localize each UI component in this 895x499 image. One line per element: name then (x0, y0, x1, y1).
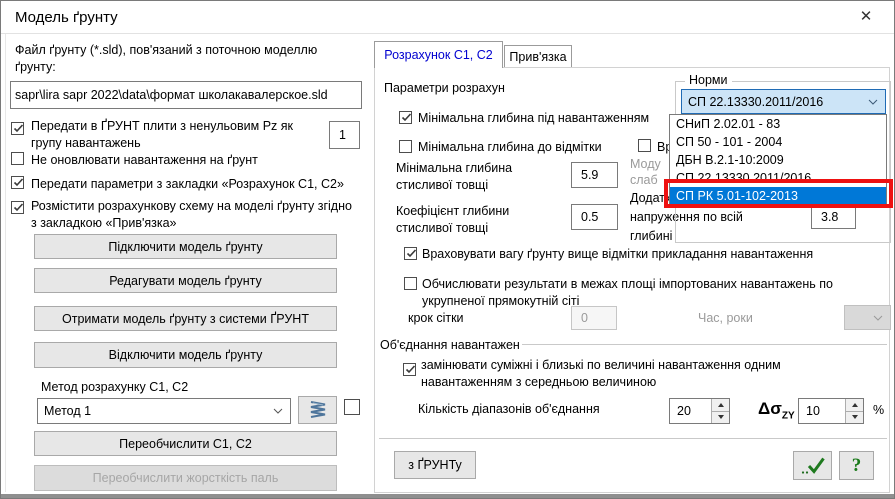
norms-option-3[interactable]: ДБН В.2.1-10:2009 (670, 151, 886, 169)
norms-option-1[interactable]: СНиП 2.02.01 - 83 (670, 115, 886, 133)
delta-sigma-label: ΔσZY (758, 399, 795, 421)
recalculate-c1c2-button[interactable]: Переобчислити С1, С2 (34, 431, 337, 456)
norms-group-label: Норми (685, 73, 732, 87)
disconnect-soil-model-button[interactable]: Відключити модель ґрунту (34, 342, 337, 368)
depth-coefficient-input[interactable] (571, 204, 618, 230)
checkbox-compute-results-grid-label: Обчислювати результати в межах площі імп… (422, 276, 833, 310)
method-combobox-value: Метод 1 (44, 404, 91, 418)
spin-up-icon[interactable] (712, 399, 729, 412)
norms-option-5-selected[interactable]: СП РК 5.01-102-2013 (670, 187, 886, 205)
norms-option-4[interactable]: СП 22.13330.2011/2016 (670, 169, 886, 187)
merge-ranges-spinner[interactable]: 20 (669, 398, 730, 424)
min-depth-input[interactable] (571, 162, 618, 188)
file-label: Файл ґрунту (*.sld), пов'язаний з поточн… (15, 42, 317, 76)
check-icon (405, 247, 418, 260)
delta-sigma-spinner[interactable]: 10 (798, 398, 864, 424)
spinner-buttons (845, 399, 863, 423)
left-inner-border (5, 34, 6, 492)
hidden-gray-text-2: слаб (630, 172, 658, 189)
grid-step-input[interactable] (571, 306, 617, 330)
delta-sigma-subscript: ZY (782, 410, 795, 421)
check-icon (404, 363, 417, 376)
params-group-label: Параметри розрахун (384, 80, 505, 97)
close-icon[interactable]: ✕ (850, 4, 882, 30)
chevron-down-icon (873, 315, 883, 321)
min-depth-label: Мінімальна глибина стисливої товщі (396, 160, 512, 194)
time-years-label: Час, роки (698, 310, 753, 327)
spin-down-icon[interactable] (846, 412, 863, 424)
spinner-buttons (711, 399, 729, 423)
check-icon (400, 111, 413, 124)
depth-coefficient-label: Коефіцієнт глибини стисливої товщі (396, 203, 509, 237)
tab-binding[interactable]: Прив'язка (504, 45, 572, 67)
norms-dropdown-list: СНиП 2.02.01 - 83 СП 50 - 101 - 2004 ДБН… (669, 114, 887, 206)
time-years-combobox[interactable] (844, 305, 891, 330)
checkbox-account-soil-weight-label: Враховувати вагу ґрунту вище відмітки пр… (422, 246, 813, 263)
norms-option-2[interactable]: СП 50 - 101 - 2004 (670, 133, 886, 151)
method-combobox[interactable]: Метод 1 (37, 398, 291, 424)
titlebar-separator (1, 33, 895, 34)
method-extra-checkbox[interactable] (344, 399, 360, 415)
get-soil-model-button[interactable]: Отримати модель ґрунту з системи ҐРУНТ (34, 306, 337, 331)
method-label: Метод розрахунку С1, С2 (41, 379, 188, 396)
checkbox-min-depth-to-mark[interactable] (399, 140, 412, 153)
checkbox-compute-results-grid[interactable] (404, 277, 417, 290)
apply-button[interactable] (793, 451, 832, 480)
green-check-icon (800, 456, 826, 476)
grid-step-label: крок сітки (408, 310, 464, 327)
percent-label: % (873, 402, 884, 419)
checkbox-no-update-load[interactable] (11, 152, 24, 165)
chevron-down-icon (868, 99, 878, 105)
checkbox-min-depth-to-mark-label: Мінімальна глибина до відмітки (418, 139, 602, 156)
checkbox-merge-loads[interactable] (403, 363, 416, 376)
spin-up-icon[interactable] (846, 399, 863, 412)
norms-combobox[interactable]: СП 22.13330.2011/2016 (681, 89, 886, 114)
checkbox-transfer-pz-label: Передати в ҐРУНТ плити з ненульовим Pz я… (31, 118, 331, 152)
check-icon (12, 201, 25, 214)
file-path-input[interactable] (10, 81, 362, 109)
checkbox-min-depth-under-load[interactable] (399, 111, 412, 124)
tab-calc-c1c2[interactable]: Розрахунок С1, С2 (374, 41, 503, 68)
merge-group-line (522, 344, 887, 345)
merge-group-label: Об'єднання навантажен (380, 337, 520, 354)
connect-soil-model-button[interactable]: Підключити модель ґрунту (34, 234, 337, 259)
merge-ranges-label: Кількість діапазонів об'єднання (418, 401, 600, 418)
check-icon (12, 176, 25, 189)
window-bottom-edge (1, 494, 895, 498)
check-icon (12, 122, 25, 135)
checkbox-merge-loads-label: замінювати суміжні і близькі по величині… (421, 357, 781, 391)
spin-down-icon[interactable] (712, 412, 729, 424)
checkbox-min-depth-under-load-label: Мінімальна глибина під навантаженням (418, 110, 649, 127)
checkbox-transfer-params-label: Передати параметри з закладки «Розрахуно… (31, 176, 344, 193)
delta-sigma-value: 10 (799, 399, 845, 423)
chevron-down-icon (273, 408, 283, 414)
spring-icon (306, 399, 330, 421)
from-grunt-button[interactable]: з ҐРУНТу (394, 451, 476, 479)
spring-stiffness-button[interactable] (298, 396, 337, 424)
checkbox-no-update-load-label: Не оновлювати навантаження на ґрунт (31, 152, 258, 169)
merge-ranges-value: 20 (670, 399, 711, 423)
help-button[interactable]: ? (839, 451, 874, 480)
soil-model-dialog: Модель ґрунту ✕ Файл ґрунту (*.sld), пов… (0, 0, 895, 499)
checkbox-transfer-pz[interactable] (11, 122, 24, 135)
bottom-separator (379, 438, 887, 439)
norms-combobox-value: СП 22.13330.2011/2016 (688, 95, 823, 109)
question-mark-icon: ? (852, 455, 862, 477)
recalculate-pile-stiffness-button[interactable]: Переобчислити жорсткість паль (34, 465, 337, 491)
edit-soil-model-button[interactable]: Редагувати модель ґрунту (34, 268, 337, 293)
hidden-checkbox[interactable] (638, 139, 651, 152)
pz-group-count-input[interactable] (329, 121, 360, 149)
checkbox-place-scheme-label: Розмістити розрахункову схему на моделі … (31, 198, 371, 232)
checkbox-account-soil-weight[interactable] (404, 247, 417, 260)
hidden-gray-text-1: Моду (630, 156, 661, 173)
checkbox-place-scheme[interactable] (11, 201, 24, 214)
delta-sigma-symbol: Δσ (758, 399, 782, 418)
dialog-title: Модель ґрунту (15, 9, 118, 26)
checkbox-transfer-params[interactable] (11, 176, 24, 189)
